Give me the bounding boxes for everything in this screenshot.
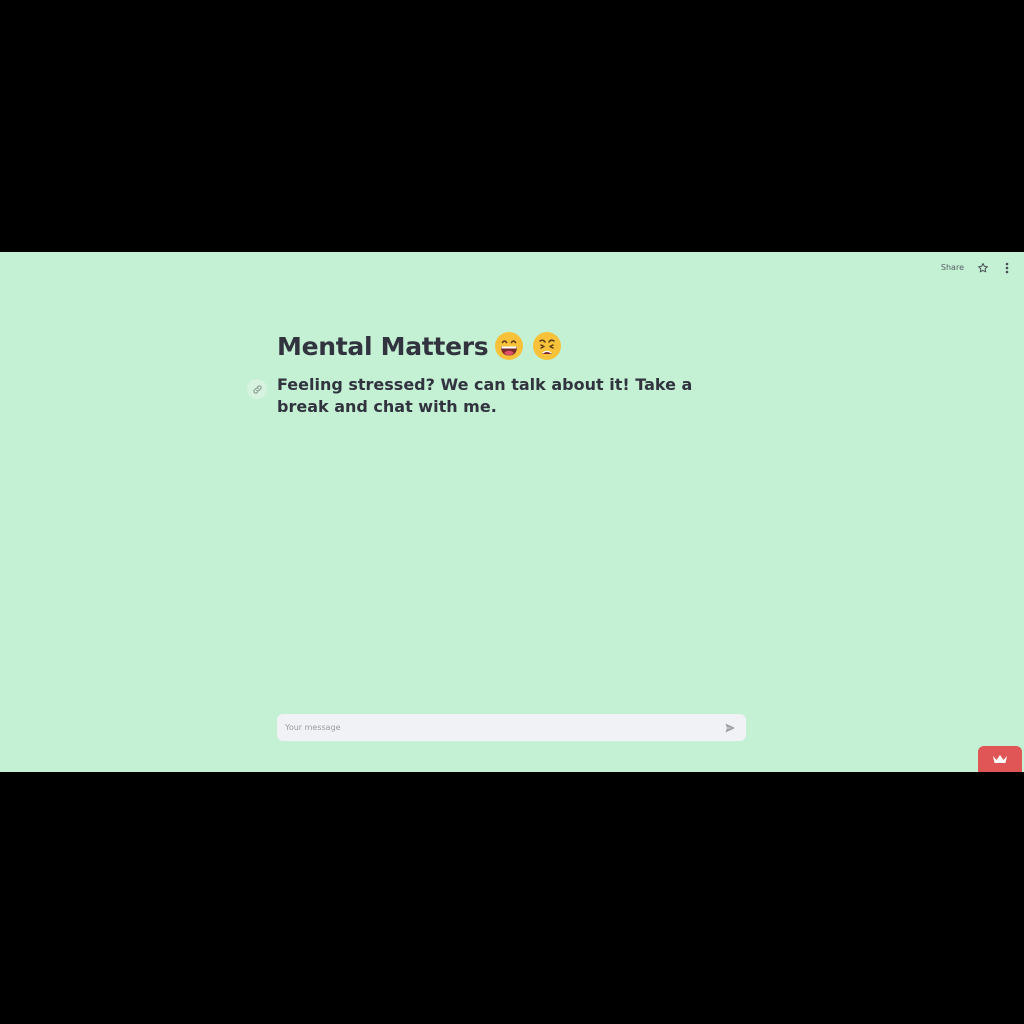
app-viewport: Share Mental Matters Feeling stressed? W…	[0, 252, 1024, 772]
crown-icon	[992, 750, 1008, 769]
page-subtitle: Feeling stressed? We can talk about it! …	[277, 375, 693, 416]
main-content: Mental Matters Feeling stressed? We can …	[247, 328, 747, 418]
title-row: Mental Matters	[277, 328, 747, 364]
share-button[interactable]: Share	[939, 260, 966, 276]
grinning-face-emoji-icon	[494, 331, 524, 361]
link-icon[interactable]	[247, 379, 267, 399]
subtitle-block: Feeling stressed? We can talk about it! …	[247, 374, 747, 418]
top-toolbar: Share	[939, 260, 1014, 276]
chat-message-input[interactable]	[285, 714, 722, 741]
chat-input-box[interactable]	[277, 714, 746, 741]
kebab-menu-icon[interactable]	[1000, 261, 1014, 275]
tired-face-emoji-icon	[532, 331, 562, 361]
page-title: Mental Matters	[277, 331, 489, 361]
send-icon[interactable]	[722, 720, 738, 736]
star-icon[interactable]	[976, 261, 990, 275]
screenshot-frame: Share Mental Matters Feeling stressed? W…	[0, 0, 1024, 1024]
hosted-badge-button[interactable]	[978, 746, 1022, 772]
